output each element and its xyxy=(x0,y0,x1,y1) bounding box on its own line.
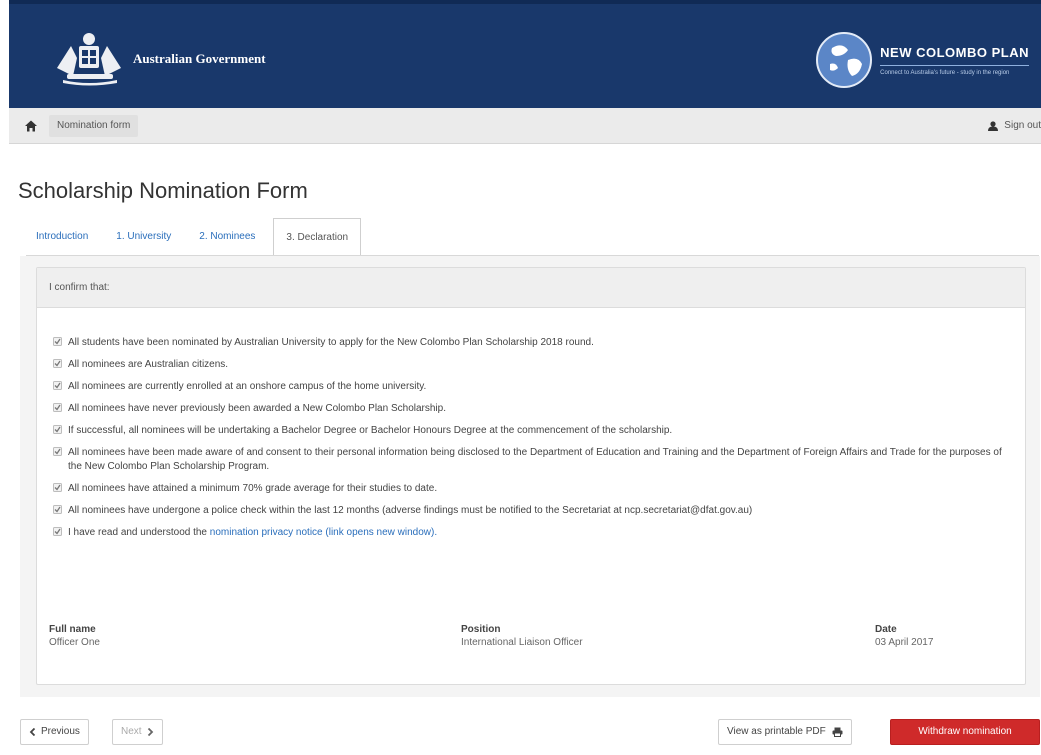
declaration-heading: I confirm that: xyxy=(37,268,1025,308)
position-value: International Liaison Officer xyxy=(461,637,583,648)
withdraw-label: Withdraw nomination xyxy=(918,726,1012,737)
sign-out-label: Sign out xyxy=(1004,120,1041,131)
home-icon[interactable] xyxy=(25,120,37,132)
declaration-item[interactable]: All nominees are Australian citizens. xyxy=(53,358,1013,372)
checkbox-checked-icon[interactable] xyxy=(53,527,62,536)
declaration-item[interactable]: All nominees have undergone a police che… xyxy=(53,504,1013,518)
declaration-text: All nominees have undergone a police che… xyxy=(68,505,753,516)
declaration-text: All students have been nominated by Aust… xyxy=(68,337,594,348)
declaration-text: All nominees have never previously been … xyxy=(68,403,446,414)
declaration-text: All nominees are Australian citizens. xyxy=(68,359,229,370)
government-branding[interactable]: Australian Government xyxy=(49,28,266,86)
declaration-text: If successful, all nominees will be unde… xyxy=(68,425,673,436)
program-title: NEW COLOMBO PLAN xyxy=(880,44,1029,60)
next-button[interactable]: Next xyxy=(112,719,163,745)
signatory-full-name: Full name Officer One xyxy=(49,624,100,648)
declaration-item[interactable]: All students have been nominated by Aust… xyxy=(53,336,1013,350)
pdf-label: View as printable PDF xyxy=(727,726,826,737)
checkbox-checked-icon[interactable] xyxy=(53,483,62,492)
chevron-left-icon xyxy=(29,728,36,736)
tab-declaration[interactable]: 3. Declaration xyxy=(273,218,362,256)
declaration-text: All nominees have been made aware of and… xyxy=(68,447,1002,472)
breadcrumb-nomination-form[interactable]: Nomination form xyxy=(49,115,139,137)
date-value: 03 April 2017 xyxy=(875,637,934,648)
program-divider xyxy=(880,64,1029,66)
program-tagline: Connect to Australia's future - study in… xyxy=(880,69,1010,76)
coat-of-arms-icon xyxy=(49,28,131,86)
signatory-date: Date 03 April 2017 xyxy=(875,624,933,648)
chevron-right-icon xyxy=(147,728,153,736)
sign-out-link[interactable]: Sign out xyxy=(988,120,1041,131)
declaration-item[interactable]: All nominees are currently enrolled at a… xyxy=(53,380,1013,394)
tab-introduction[interactable]: Introduction xyxy=(26,218,98,256)
withdraw-nomination-button[interactable]: Withdraw nomination xyxy=(890,719,1040,745)
declaration-text: All nominees are currently enrolled at a… xyxy=(68,381,427,392)
checkbox-checked-icon[interactable] xyxy=(53,505,62,514)
privacy-notice-link[interactable]: nomination privacy notice (link opens ne… xyxy=(210,527,437,538)
declaration-item[interactable]: All nominees have attained a minimum 70%… xyxy=(53,482,1013,496)
full-name-value: Officer One xyxy=(49,637,100,648)
declaration-item[interactable]: All nominees have never previously been … xyxy=(53,402,1013,416)
government-name: Australian Government xyxy=(133,51,266,66)
checkbox-checked-icon[interactable] xyxy=(53,337,62,346)
user-icon xyxy=(988,120,999,131)
declaration-list: All students have been nominated by Aust… xyxy=(53,336,1013,540)
full-name-label: Full name xyxy=(49,624,96,635)
checkbox-checked-icon[interactable] xyxy=(53,447,62,456)
checkbox-checked-icon[interactable] xyxy=(53,425,62,434)
declaration-text: All nominees have attained a minimum 70%… xyxy=(68,483,438,494)
printable-pdf-button[interactable]: View as printable PDF xyxy=(718,719,852,745)
form-tabs: Introduction 1. University 2. Nominees 3… xyxy=(26,218,369,256)
position-label: Position xyxy=(461,624,501,635)
tab-nominees[interactable]: 2. Nominees xyxy=(189,218,265,256)
checkbox-checked-icon[interactable] xyxy=(53,403,62,412)
site-header: Australian Government NEW COLOMBO PLAN C… xyxy=(9,0,1041,108)
privacy-declaration-item[interactable]: I have read and understood the nominatio… xyxy=(53,526,1013,540)
previous-label: Previous xyxy=(41,726,80,737)
declaration-item[interactable]: If successful, all nominees will be unde… xyxy=(53,424,1013,438)
previous-button[interactable]: Previous xyxy=(20,719,89,745)
checkbox-checked-icon[interactable] xyxy=(53,381,62,390)
program-branding[interactable]: NEW COLOMBO PLAN Connect to Australia's … xyxy=(816,32,1029,88)
printer-icon xyxy=(832,727,843,737)
declaration-panel: I confirm that: All students have been n… xyxy=(36,267,1026,685)
privacy-prefix: I have read and understood the xyxy=(68,527,207,538)
checkbox-checked-icon[interactable] xyxy=(53,359,62,368)
page-title: Scholarship Nomination Form xyxy=(18,178,308,203)
date-label: Date xyxy=(875,624,897,635)
tab-university[interactable]: 1. University xyxy=(106,218,181,256)
globe-icon xyxy=(816,32,873,88)
declaration-item[interactable]: All nominees have been made aware of and… xyxy=(53,446,1013,474)
next-label: Next xyxy=(121,726,142,737)
navigation-bar: Nomination form Sign out xyxy=(9,108,1041,144)
signatory-position: Position International Liaison Officer xyxy=(461,624,583,648)
